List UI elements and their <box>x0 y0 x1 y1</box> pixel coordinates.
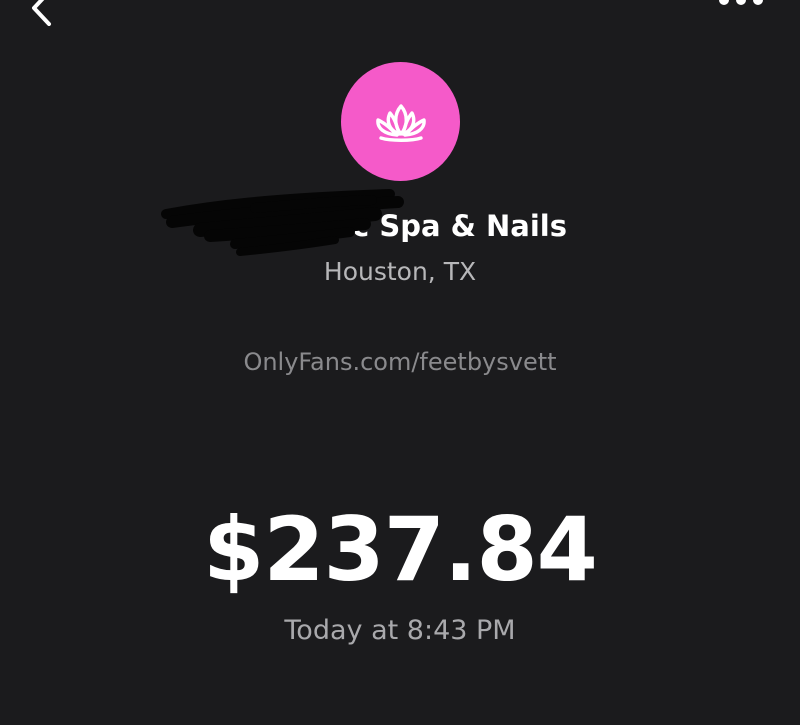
payment-detail-screen: c Spa & Nails Houston, TX OnlyFans.com/f… <box>0 0 800 725</box>
merchant-location: Houston, TX <box>323 257 477 286</box>
more-horizontal-icon <box>719 0 763 5</box>
back-button[interactable] <box>22 0 62 26</box>
more-options-button[interactable] <box>716 0 766 10</box>
redaction-scribble <box>161 189 404 256</box>
merchant-avatar[interactable] <box>341 62 460 181</box>
payment-amount: $237.84 <box>203 498 598 601</box>
payment-note: OnlyFans.com/feetbysvett <box>243 348 557 376</box>
payment-timestamp: Today at 8:43 PM <box>284 615 516 646</box>
chevron-left-icon <box>32 0 51 26</box>
lotus-icon <box>375 103 426 142</box>
